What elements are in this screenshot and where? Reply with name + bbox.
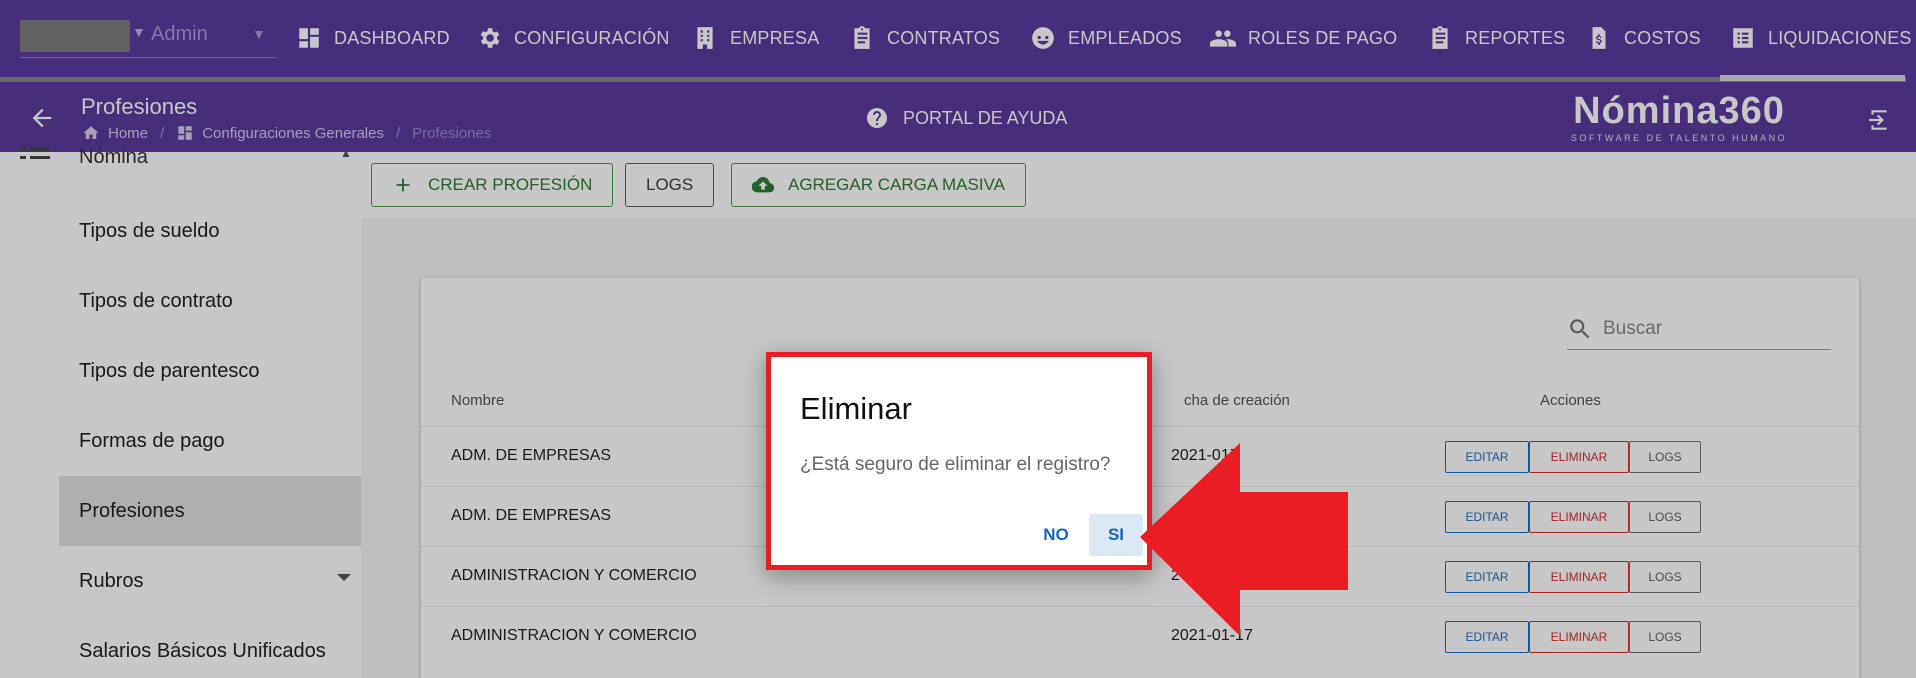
dialog-no-button[interactable]: NO <box>1028 514 1084 556</box>
delete-confirm-dialog: Eliminar ¿Está seguro de eliminar el reg… <box>766 352 1152 570</box>
dialog-message: ¿Está seguro de eliminar el registro? <box>800 454 1111 475</box>
dialog-title: Eliminar <box>800 391 912 426</box>
modal-backdrop[interactable] <box>0 0 1916 678</box>
red-arrow-annotation <box>1140 443 1348 636</box>
